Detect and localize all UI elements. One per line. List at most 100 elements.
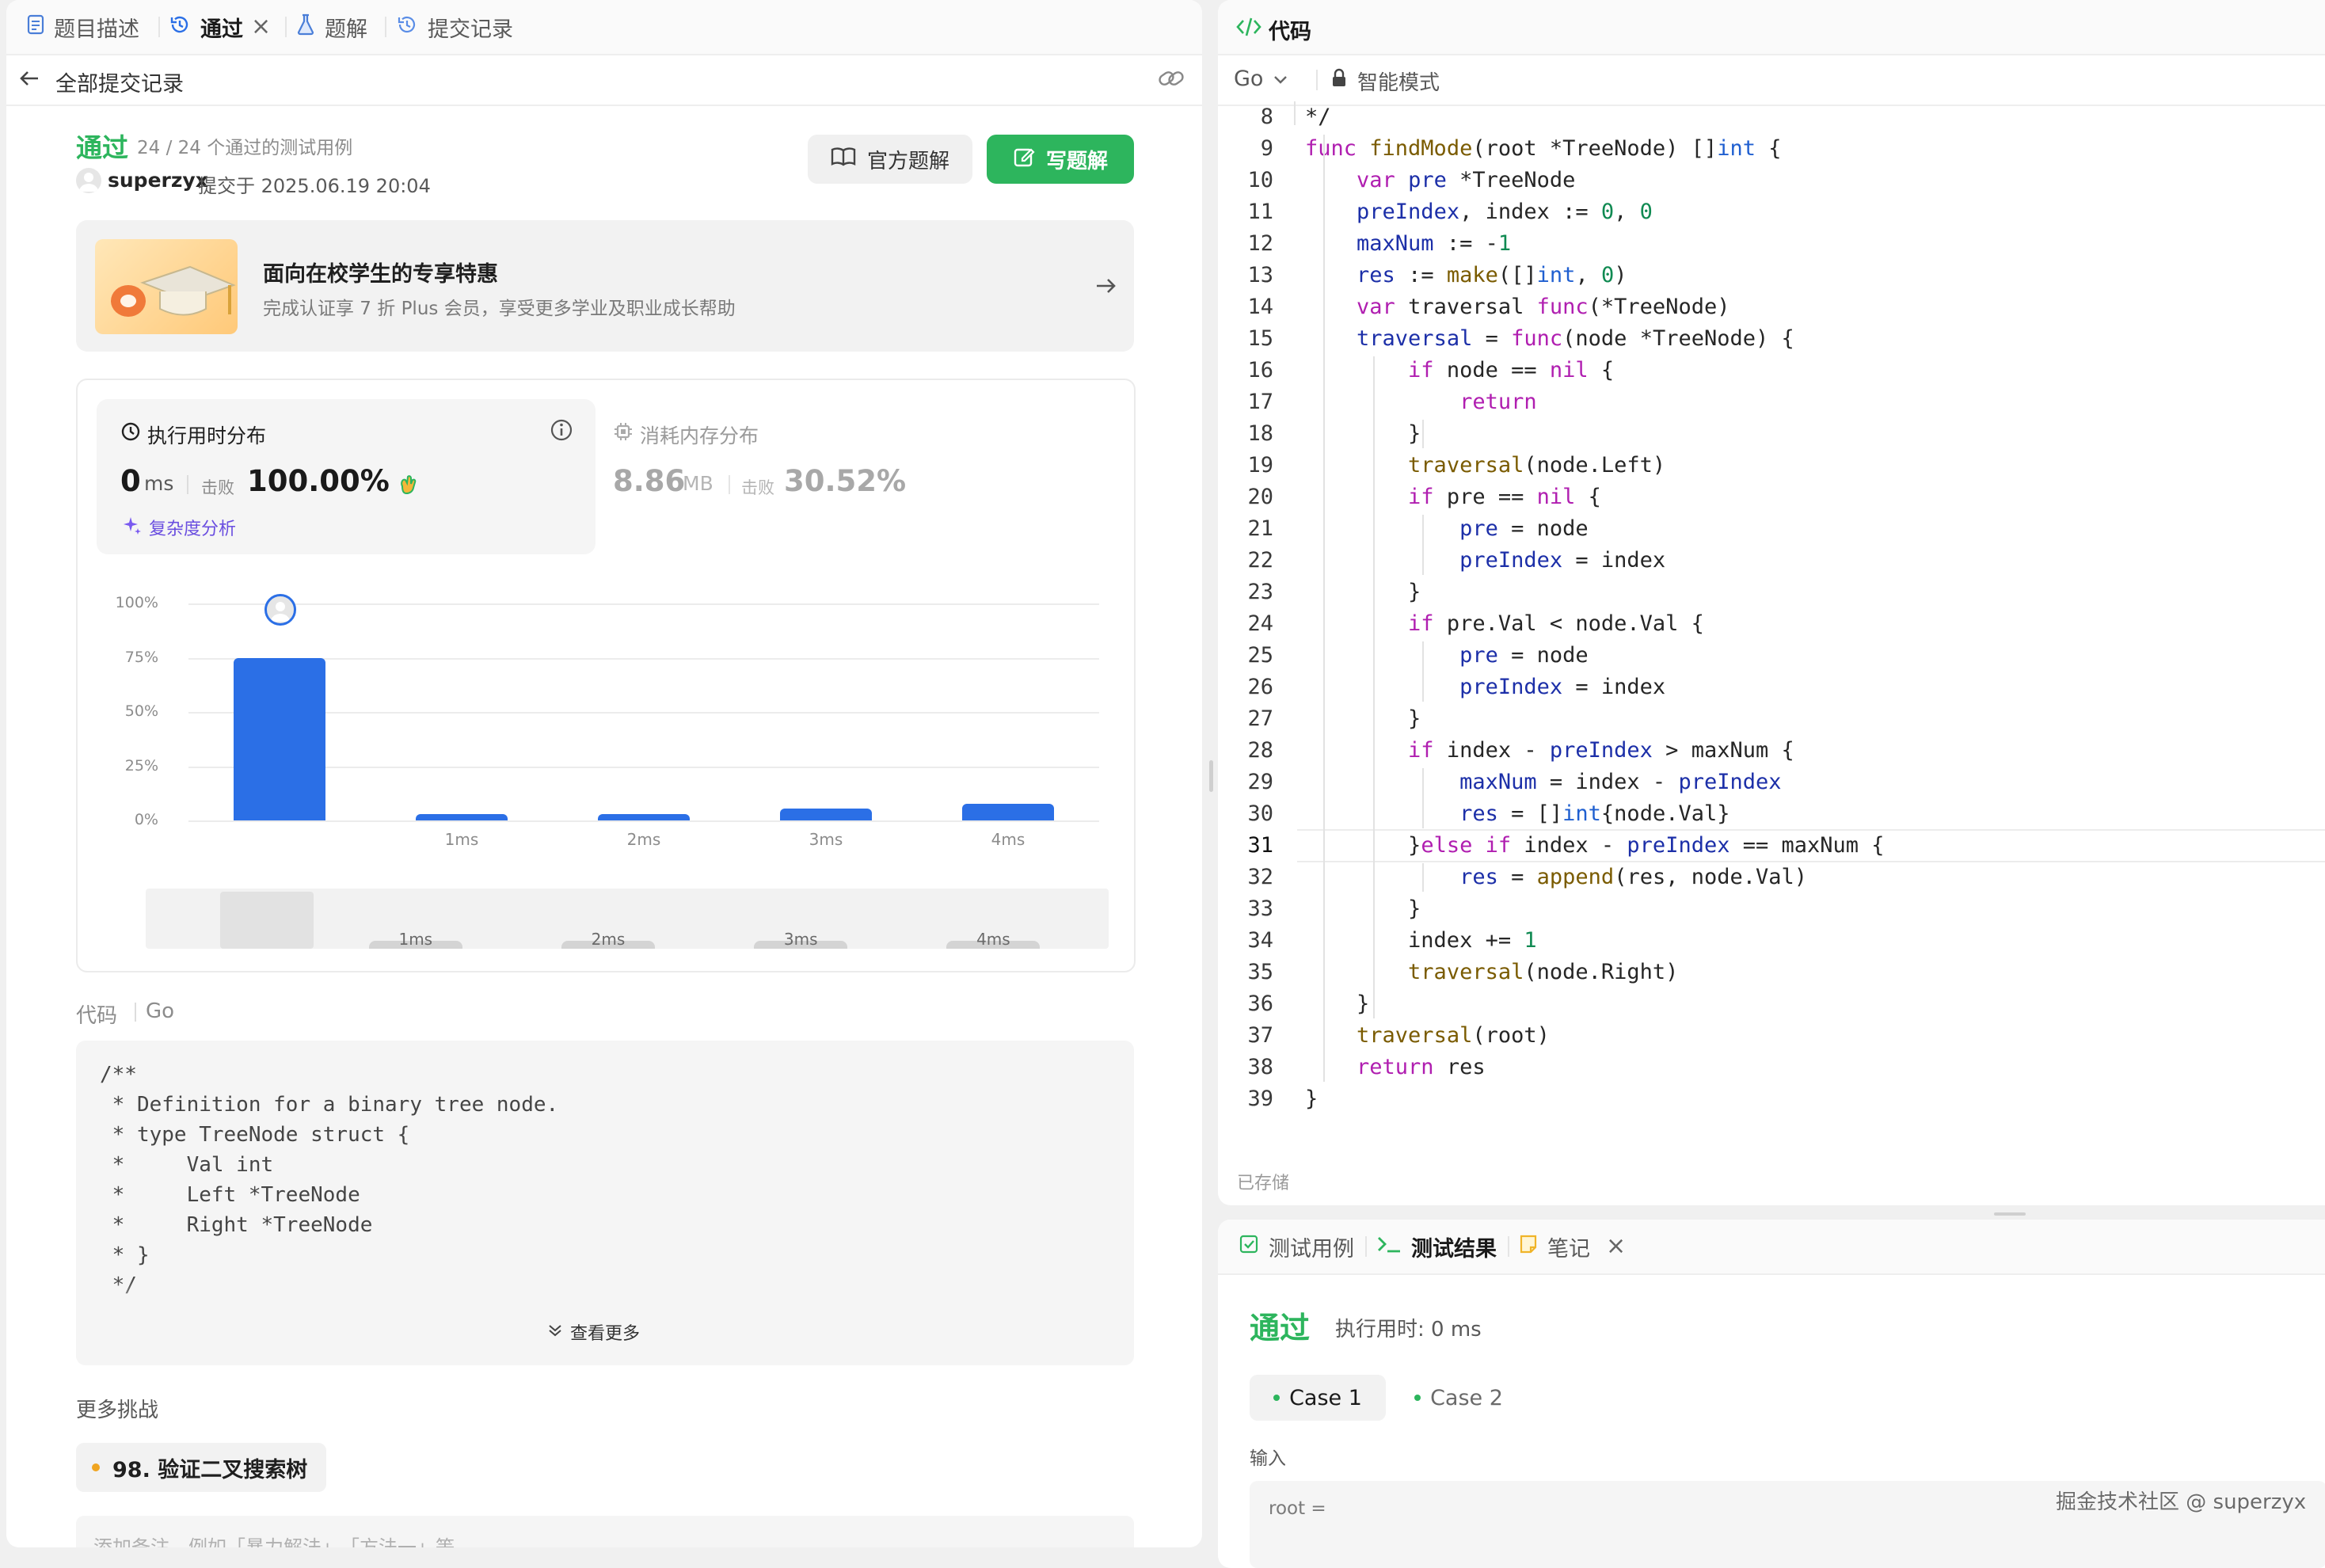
code-editor[interactable]: 8 */ 9 func findMode(root *TreeNode) []int … — [1218, 101, 2325, 1123]
close-icon[interactable]: × — [251, 13, 271, 40]
write-solution-button[interactable]: 写题解 — [987, 135, 1134, 184]
chart-bar[interactable] — [234, 657, 325, 820]
note-input[interactable]: 添加备注，例如「暴力解法」、「方法一」等 — [76, 1516, 1134, 1547]
chart-bar[interactable] — [780, 808, 872, 820]
panel-resize-handle[interactable] — [1994, 1212, 2026, 1216]
code-line: preIndex, index := 0, 0 — [1305, 196, 1653, 228]
code-token: preIndex — [1678, 770, 1782, 794]
line-number: 32 — [1247, 865, 1273, 889]
tab-submissions-label: 提交记录 — [428, 17, 513, 42]
tab-solution[interactable]: 题解 — [296, 0, 367, 54]
chart-bar[interactable] — [962, 804, 1054, 820]
memory-panel[interactable]: 消耗内存分布 8.86 MB 击败 30.52% — [613, 399, 1112, 554]
chart-bar[interactable] — [598, 813, 690, 820]
challenge-item[interactable]: 98. 验证二叉搜索树 — [76, 1443, 327, 1492]
code-token: index - — [1446, 738, 1550, 763]
code-token: if — [1408, 485, 1447, 509]
chart-x-tick-label: 4ms — [991, 830, 1026, 849]
watermark: 掘金技术社区 @ superzyx — [2056, 1490, 2307, 1514]
case-1-tab[interactable]: Case 1 — [1250, 1375, 1386, 1421]
editor-title: 代码 — [1269, 20, 1311, 44]
close-icon[interactable]: × — [1606, 1232, 1626, 1260]
code-line: return res — [1305, 1052, 1486, 1083]
back-arrow-icon[interactable] — [17, 67, 41, 93]
note-placeholder: 添加备注，例如「暴力解法」、「方法一」等 — [93, 1536, 455, 1547]
tab-test-result[interactable]: 测试结果 — [1376, 1220, 1497, 1273]
tab-description-label: 题目描述 — [54, 17, 139, 42]
back-link[interactable]: 全部提交记录 — [55, 67, 184, 97]
tab-notes[interactable]: 笔记 — [1519, 1220, 1590, 1273]
result-cases: 24 / 24 个通过的测试用例 — [137, 138, 353, 158]
code-token: = index - — [1536, 770, 1679, 794]
code-token: res — [1459, 865, 1498, 889]
tab-passed[interactable]: 通过 — [169, 0, 243, 54]
code-token: traversal — [1408, 960, 1524, 984]
code-token: } — [1305, 991, 1370, 1016]
indent-guide — [1373, 356, 1375, 1018]
code-token: preIndex — [1459, 548, 1563, 573]
info-icon[interactable] — [550, 418, 573, 445]
editor-mode[interactable]: 智能模式 — [1357, 67, 1440, 96]
case-2-label: Case 2 — [1430, 1385, 1503, 1410]
code-token: nil — [1549, 358, 1589, 382]
overview-selection[interactable] — [220, 892, 314, 949]
code-token: func — [1536, 295, 1589, 319]
panel-resize-handle[interactable] — [1209, 760, 1213, 792]
code-token: := — [1395, 263, 1447, 287]
link-icon[interactable] — [1158, 67, 1185, 93]
indent-guide — [1422, 515, 1424, 575]
line-number: 11 — [1247, 200, 1273, 224]
complexity-link[interactable]: 复杂度分析 — [149, 515, 236, 540]
official-solution-button[interactable]: 官方题解 — [808, 135, 972, 184]
history-icon — [396, 13, 418, 41]
code-line: var traversal func(*TreeNode) — [1305, 291, 1729, 323]
line-number: 38 — [1247, 1055, 1273, 1079]
code-token: return — [1357, 1055, 1447, 1079]
code-token: *TreeNode — [1446, 168, 1576, 192]
line-number: 9 — [1260, 136, 1273, 161]
editor-header — [1218, 0, 2325, 55]
divider — [135, 1003, 136, 1022]
runtime-panel[interactable]: 执行用时分布 0 ms 击败 100.00% 复杂度分析 — [97, 399, 596, 554]
chip-icon — [613, 421, 634, 445]
tab-divider — [1508, 1236, 1509, 1257]
code-token: } — [1305, 896, 1421, 921]
code-token: {node.Val} — [1600, 801, 1730, 826]
code-line: traversal = func(node *TreeNode) { — [1305, 323, 1794, 355]
chart-bar[interactable] — [416, 813, 508, 820]
divider — [1316, 70, 1318, 90]
tab-submissions[interactable]: 提交记录 — [396, 0, 513, 54]
line-number: 24 — [1247, 611, 1273, 636]
line-number: 16 — [1247, 358, 1273, 382]
result-user[interactable]: superzyx — [108, 169, 208, 192]
code-token: (root) — [1472, 1023, 1550, 1048]
code-preview-line: * } — [100, 1243, 150, 1267]
code-token: { — [1755, 136, 1782, 161]
code-line: if index - preIndex > maxNum { — [1305, 735, 1794, 767]
sparkle-icon — [122, 515, 143, 539]
chart-range-overview[interactable]: 1ms 2ms 3ms 4ms — [146, 889, 1109, 949]
tab-divider — [1365, 1236, 1367, 1257]
memory-beats-label: 击败 — [741, 478, 774, 497]
promo-banner[interactable]: 面向在校学生的专享特惠 完成认证享 7 折 Plus 会员，享受更多学业及职业成… — [76, 220, 1134, 352]
show-more-button[interactable]: 查看更多 — [546, 1319, 640, 1345]
line-number: 29 — [1247, 770, 1273, 794]
code-token: if — [1485, 833, 1524, 858]
case-2-tab[interactable]: Case 2 — [1391, 1375, 1527, 1421]
language-select[interactable]: Go — [1234, 67, 1288, 91]
show-more-label: 查看更多 — [570, 1324, 641, 1344]
code-token: index - — [1524, 833, 1627, 858]
tab-description[interactable]: 题目描述 — [27, 0, 139, 54]
code-token: traversal — [1408, 295, 1537, 319]
note-icon — [1519, 1234, 1538, 1260]
runtime-beats: 100.00% — [247, 464, 390, 498]
left-panel: 题目描述 通过 × 题解 提交记录 全部提交记录 通过 24 / 24 个通过的… — [6, 0, 1202, 1547]
tab-testcase[interactable]: 测试用例 — [1239, 1220, 1354, 1273]
